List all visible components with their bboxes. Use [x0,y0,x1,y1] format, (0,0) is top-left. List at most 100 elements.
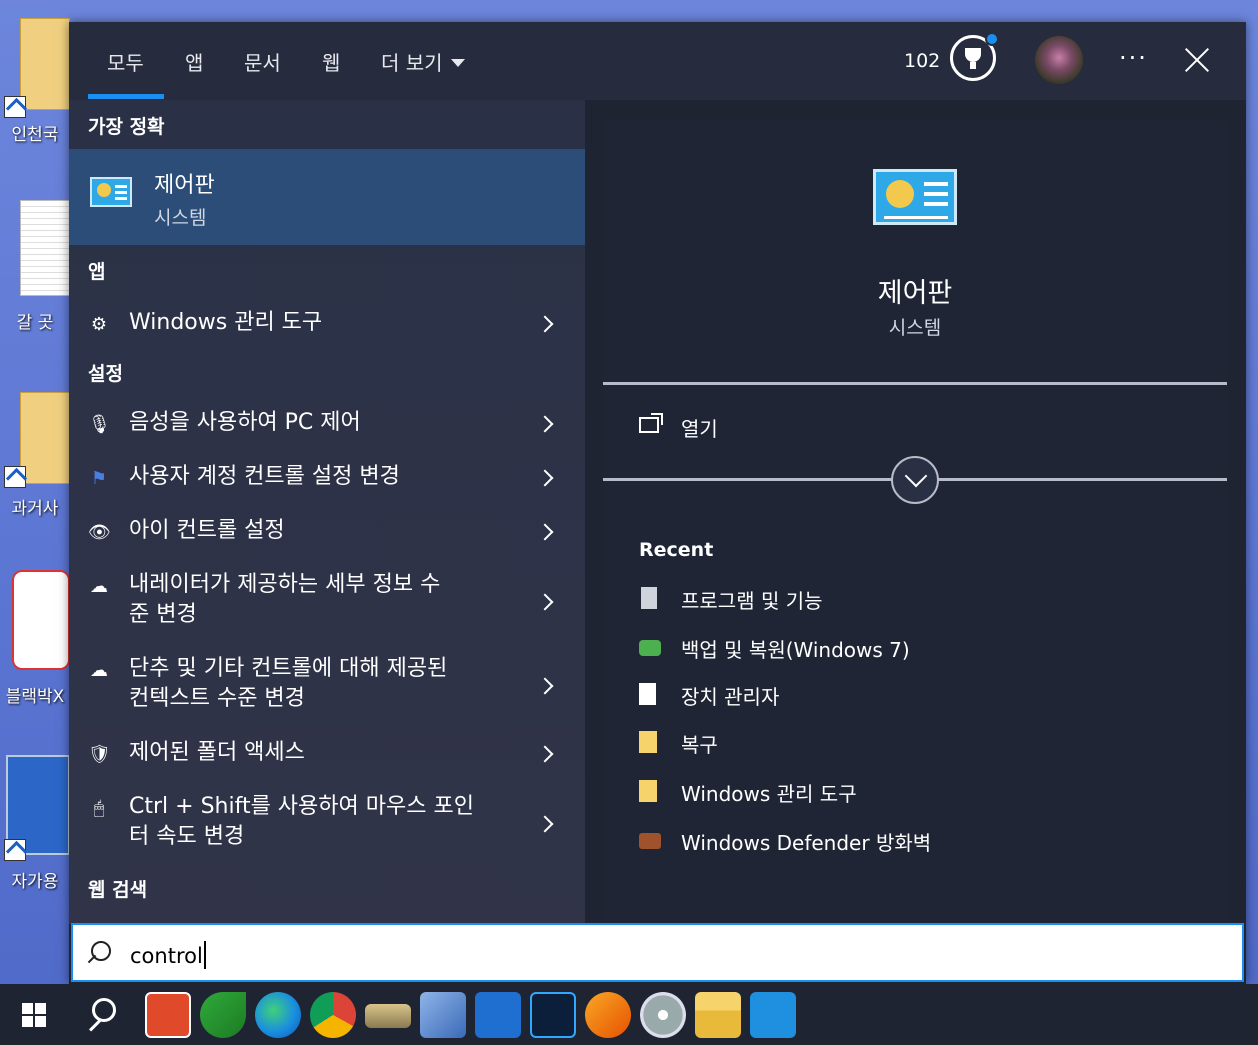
search-query: control [130,944,203,968]
best-match-control-panel[interactable]: 제어판 시스템 [69,149,585,245]
more-options-button[interactable]: ··· [1119,44,1148,72]
disc-app-icon[interactable] [640,992,686,1038]
list-item-folder-access[interactable]: 🛡 제어된 폴더 액세스 [69,732,585,782]
chevron-right-icon[interactable] [536,815,554,833]
list-item-label-line2: 준 변경 [129,602,197,627]
control-panel-icon [873,169,957,225]
file-explorer-icon[interactable] [695,992,741,1038]
desktop-icon-5[interactable]: 자가용 [0,755,70,892]
results-list: 가장 정확 제어판 시스템 앱 ⚙ Windows 관리 도구 설정 🎙 음성을… [69,100,585,924]
recent-heading: Recent [639,539,714,561]
search-panel: 모두 앱 문서 웹 더 보기 102 ··· 가장 정확 제어판 시스템 앱 ⚙… [69,22,1246,984]
recent-item-label: 프로그램 및 기능 [681,589,823,613]
trophy-icon[interactable] [950,32,999,81]
folder-icon [639,731,657,753]
narrator-icon: ☁ [90,660,108,681]
list-item-voice-control[interactable]: 🎙 음성을 사용하여 PC 제어 [69,402,585,452]
list-item-mouse-speed[interactable]: 🖱 Ctrl + Shift를 사용하여 마우스 포인 터 속도 변경 [69,786,585,866]
detail-title: 제어판 [877,278,953,309]
recent-item-label: 복구 [681,733,718,757]
recent-item-label: Windows 관리 도구 [681,782,857,806]
logo-pane [35,1003,46,1014]
usb-drive-icon[interactable] [365,1004,411,1028]
folder-icon [20,392,70,484]
control-panel-bar [884,216,948,219]
magnifier-handle [88,1019,102,1032]
desktop-icon-1[interactable]: 인천국 [0,18,70,148]
detail-header: 제어판 시스템 [603,119,1227,383]
orange-link-app-icon[interactable] [585,992,631,1038]
chrome-browser-icon[interactable] [310,992,356,1038]
document-icon [639,683,656,705]
green-arrow-app-icon[interactable] [200,992,246,1038]
system-tool-icon[interactable] [420,992,466,1038]
logo-pane [22,1003,33,1014]
list-item-admin-tools[interactable]: ⚙ Windows 관리 도구 [69,304,585,348]
tab-more[interactable]: 더 보기 [381,47,465,76]
shield-icon: 🛡 [88,744,111,765]
list-item-label-line1: Ctrl + Shift를 사용하여 마우스 포인 [129,794,474,819]
expand-button[interactable] [891,456,939,504]
windows-start-icon[interactable] [22,1003,46,1027]
recent-item-firewall[interactable]: Windows Defender 방화벽 [639,827,1199,857]
blue-app-icon[interactable] [750,992,796,1038]
logo-pane [35,1016,46,1027]
tab-apps[interactable]: 앱 [185,47,203,76]
list-item-eye-control[interactable]: 👁 아이 컨트롤 설정 [69,510,585,560]
best-match-title: 제어판 [154,173,215,198]
list-item-uac[interactable]: ⚑ 사용자 계정 컨트롤 설정 변경 [69,456,585,506]
chevron-right-icon[interactable] [536,677,554,695]
apps-heading: 앱 [88,261,106,283]
detail-pane: 제어판 시스템 열기 Recent 프로그램 및 기능 백업 및 복원(Wind… [603,119,1227,924]
chevron-right-icon[interactable] [536,523,554,541]
power-app-icon[interactable] [145,992,191,1038]
desktop-icon-2[interactable]: 갈 곳 [0,200,70,335]
tab-all[interactable]: 모두 [107,47,144,76]
recent-item-admin-tools[interactable]: Windows 관리 도구 [639,778,1199,808]
chevron-right-icon[interactable] [536,315,554,333]
edge-browser-icon[interactable] [255,992,301,1038]
pdf-folder-icon [20,18,70,110]
open-action[interactable]: 열기 [681,413,718,442]
photoshop-icon[interactable] [530,992,576,1038]
desktop-icon-3[interactable]: 과거사 [0,392,70,520]
recent-item-device-manager[interactable]: 장치 관리자 [639,681,1199,711]
shortcut-arrow-icon [4,466,26,488]
recent-item-backup[interactable]: 백업 및 복원(Windows 7) [639,634,1199,664]
list-item-narrator-detail[interactable]: ☁ 내레이터가 제공하는 세부 정보 수 준 변경 [69,564,585,644]
desktop-icon-label: 갈 곳 [16,313,54,333]
list-item-label: 아이 컨트롤 설정 [129,518,285,543]
recent-item-recovery[interactable]: 복구 [639,729,1199,759]
top-bar: 모두 앱 문서 웹 더 보기 102 ··· [69,22,1246,100]
chevron-right-icon[interactable] [536,415,554,433]
chevron-right-icon[interactable] [536,593,554,611]
recent-item-programs[interactable]: 프로그램 및 기능 [639,585,1199,615]
search-input[interactable]: control [130,941,206,969]
taskbar [0,984,1258,1045]
list-item-label: 단추 및 기타 컨트롤에 대해 제공된 컨텍스트 수준 변경 [129,654,447,714]
camera-app-icon[interactable] [475,992,521,1038]
narrator-icon: ☁ [90,576,108,597]
web-search-heading: 웹 검색 [88,879,148,901]
avatar[interactable] [1035,36,1083,84]
chevron-right-icon[interactable] [536,469,554,487]
list-item-context-level[interactable]: ☁ 단추 및 기타 컨트롤에 대해 제공된 컨텍스트 수준 변경 [69,648,585,728]
taskbar-search-icon[interactable] [82,992,128,1038]
close-icon[interactable] [1181,44,1213,76]
search-box[interactable]: control [71,923,1244,982]
settings-heading: 설정 [88,363,123,385]
microphone-icon: 🎙 [88,414,111,435]
caret-down-icon [450,59,465,67]
tab-documents[interactable]: 문서 [244,47,281,76]
chevron-right-icon[interactable] [536,745,554,763]
list-item-label: Ctrl + Shift를 사용하여 마우스 포인 터 속도 변경 [129,792,474,852]
tab-web[interactable]: 웹 [322,47,340,76]
folder-icon [639,780,657,802]
trophy-stem [970,62,976,69]
logo-pane [22,1016,33,1027]
list-item-label: Windows 관리 도구 [129,310,323,335]
desktop-icon-4[interactable]: 블랙박X [0,570,70,707]
recent-item-label: Windows Defender 방화벽 [681,831,932,855]
desktop-icon-label: 자가용 [11,872,59,892]
trophy-cup [965,48,981,62]
